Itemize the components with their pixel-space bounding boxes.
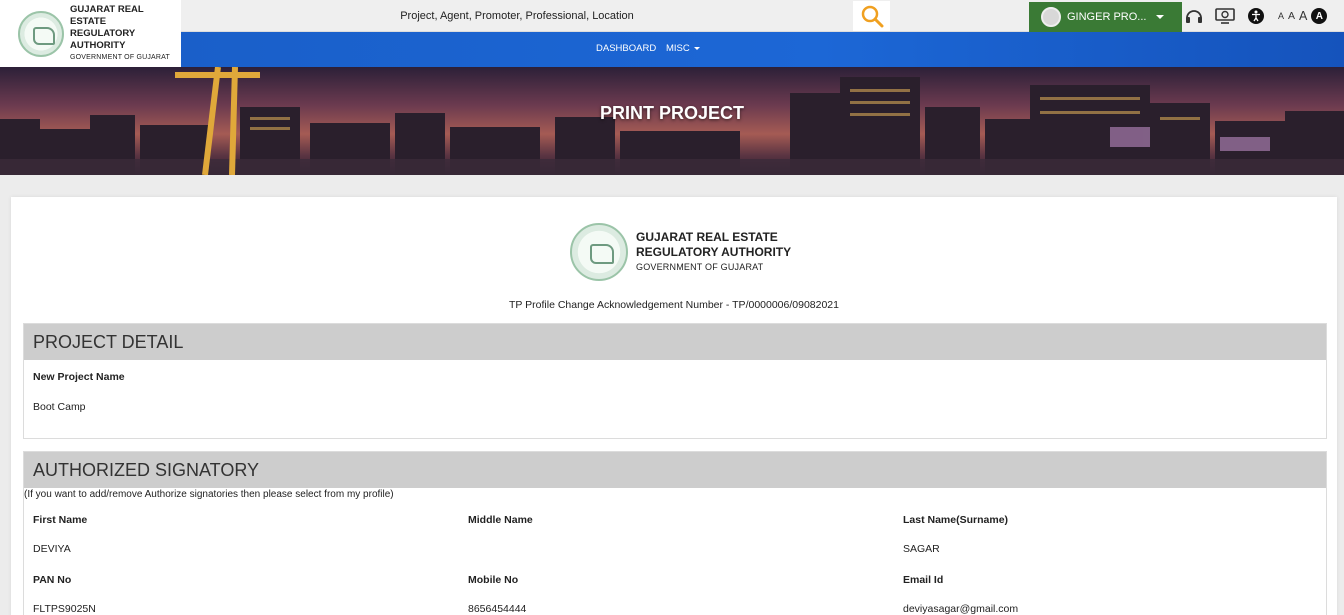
first-name-value: DEVIYA xyxy=(33,543,71,555)
acknowledgement-number: TP Profile Change Acknowledgement Number… xyxy=(509,299,839,311)
page-banner: PRINT PROJECT xyxy=(0,67,1344,175)
document-logo-line-3: GOVERNMENT OF GUJARAT xyxy=(636,261,764,272)
font-size-controls: A A A A xyxy=(1278,8,1328,24)
high-contrast-button[interactable]: A xyxy=(1311,8,1328,24)
display-settings-icon[interactable] xyxy=(1215,8,1235,24)
pan-no-label: PAN No xyxy=(33,574,72,586)
font-size-medium-button[interactable]: A xyxy=(1288,10,1295,22)
page-title: PRINT PROJECT xyxy=(599,103,745,123)
pan-no-value: FLTPS9025N xyxy=(33,603,96,615)
search-button[interactable] xyxy=(853,1,890,31)
mobile-no-label: Mobile No xyxy=(468,574,519,586)
search-input[interactable] xyxy=(181,2,853,30)
accessibility-icon[interactable] xyxy=(1247,7,1265,25)
mobile-no-value: 8656454444 xyxy=(468,603,527,615)
logo-text: GUJARAT REAL ESTATE REGULATORY AUTHORITY… xyxy=(70,4,181,64)
search-icon xyxy=(861,5,883,28)
font-size-small-button[interactable]: A xyxy=(1278,11,1284,21)
screen-reader-icon[interactable] xyxy=(1185,8,1203,24)
user-name: GINGER PRO... xyxy=(1067,11,1147,23)
gujrera-seal-icon xyxy=(18,10,64,57)
print-card: GUJARAT REAL ESTATE REGULATORY AUTHORITY… xyxy=(11,197,1337,615)
last-name-value: SAGAR xyxy=(903,543,940,555)
authorized-signatory-section: AUTHORIZED SIGNATORY (If you want to add… xyxy=(23,451,1327,615)
nav-misc-label: MISC xyxy=(666,43,690,54)
new-project-name-value: Boot Camp xyxy=(33,401,86,413)
document-logo-line-2: REGULATORY AUTHORITY xyxy=(636,244,792,259)
main-nav: DASHBOARD MISC xyxy=(181,32,1344,67)
project-detail-section: PROJECT DETAIL New Project Name Boot Cam… xyxy=(23,323,1327,439)
logo-line-2: REGULATORY AUTHORITY xyxy=(70,27,136,51)
top-bar: GINGER PRO... A A A A xyxy=(181,0,1344,32)
nav-dashboard[interactable]: DASHBOARD xyxy=(596,43,656,54)
user-menu-dropdown[interactable]: GINGER PRO... xyxy=(1029,2,1182,32)
gujrera-seal-icon xyxy=(570,223,628,281)
new-project-name-label: New Project Name xyxy=(33,371,125,383)
nav-misc[interactable]: MISC xyxy=(666,43,700,54)
font-size-large-button[interactable]: A xyxy=(1299,9,1307,23)
middle-name-label: Middle Name xyxy=(468,514,533,526)
document-logo-line-1: GUJARAT REAL ESTATE xyxy=(636,229,778,244)
document-logo: GUJARAT REAL ESTATE REGULATORY AUTHORITY… xyxy=(570,223,791,281)
email-id-label: Email Id xyxy=(903,574,944,586)
logo-line-1: GUJARAT REAL ESTATE xyxy=(70,3,144,27)
document-logo-text: GUJARAT REAL ESTATE REGULATORY AUTHORITY… xyxy=(636,230,791,275)
last-name-label: Last Name(Surname) xyxy=(903,514,1009,526)
accessibility-tools xyxy=(1185,7,1265,25)
first-name-label: First Name xyxy=(33,514,88,526)
site-logo[interactable]: GUJARAT REAL ESTATE REGULATORY AUTHORITY… xyxy=(0,0,181,67)
chevron-down-icon xyxy=(693,46,700,50)
signatory-note: (If you want to add/remove Authorize sig… xyxy=(24,489,394,500)
logo-line-3: GOVERNMENT OF GUJARAT xyxy=(70,53,171,61)
chevron-down-icon xyxy=(1156,15,1164,19)
section-heading: AUTHORIZED SIGNATORY xyxy=(24,452,1326,488)
email-id-value: deviyasagar@gmail.com xyxy=(903,603,1019,615)
section-heading: PROJECT DETAIL xyxy=(24,324,1326,360)
avatar xyxy=(1041,7,1061,27)
